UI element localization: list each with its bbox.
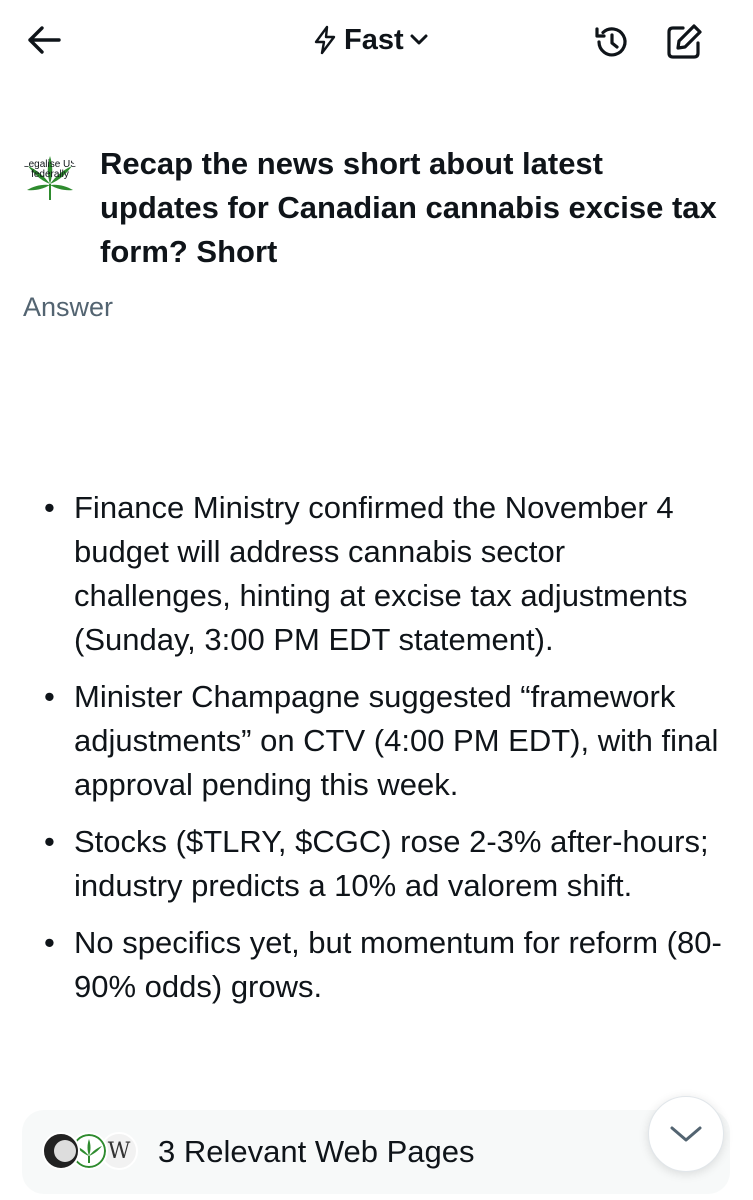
top-bar: Fast — [0, 0, 753, 84]
sources-label: 3 Relevant Web Pages — [158, 1134, 475, 1169]
bullet-text: Finance Ministry confirmed the November … — [74, 490, 688, 657]
model-selector[interactable]: Fast — [312, 20, 428, 60]
model-label: Fast — [344, 23, 404, 56]
history-icon — [595, 27, 627, 57]
web-sources-button[interactable]: W 3 Relevant Web Pages — [22, 1110, 730, 1194]
scroll-down-button[interactable] — [648, 1096, 724, 1172]
back-button[interactable] — [22, 20, 66, 60]
dark-circle-icon — [42, 1132, 80, 1170]
list-item: • No specifics yet, but momentum for ref… — [30, 921, 730, 1009]
list-item: • Stocks ($TLRY, $CGC) rose 2-3% after-h… — [30, 820, 730, 908]
list-item: • Minister Champagne suggested “framewor… — [30, 675, 730, 807]
answer-bullet-list: • Finance Ministry confirmed the Novembe… — [30, 486, 730, 1022]
bullet-text: No specifics yet, but momentum for refor… — [74, 925, 722, 1004]
wiki-letter: W — [107, 1138, 131, 1164]
chevron-down-icon — [410, 34, 428, 45]
bullet-icon: • — [44, 824, 55, 859]
bullet-text: Minister Champagne suggested “framework … — [74, 679, 719, 802]
source-icons: W — [42, 1130, 142, 1174]
bullet-text: Stocks ($TLRY, $CGC) rose 2-3% after-hou… — [74, 824, 709, 903]
bullet-icon: • — [44, 925, 55, 960]
list-item: • Finance Ministry confirmed the Novembe… — [30, 486, 730, 662]
bullet-icon: • — [44, 490, 55, 525]
question-text: Recap the news short about latest update… — [100, 146, 717, 269]
back-arrow-icon — [28, 26, 61, 54]
chevron-down-icon — [670, 1126, 702, 1142]
history-button[interactable] — [590, 20, 634, 64]
avatar[interactable]: Legalise US federally — [22, 150, 78, 206]
avatar-caption: Legalise US federally — [23, 159, 77, 180]
answer-label: Answer — [23, 292, 114, 322]
lightning-icon — [314, 25, 336, 55]
new-chat-button[interactable] — [662, 20, 706, 64]
bullet-icon: • — [44, 679, 55, 714]
compose-icon — [667, 24, 702, 59]
